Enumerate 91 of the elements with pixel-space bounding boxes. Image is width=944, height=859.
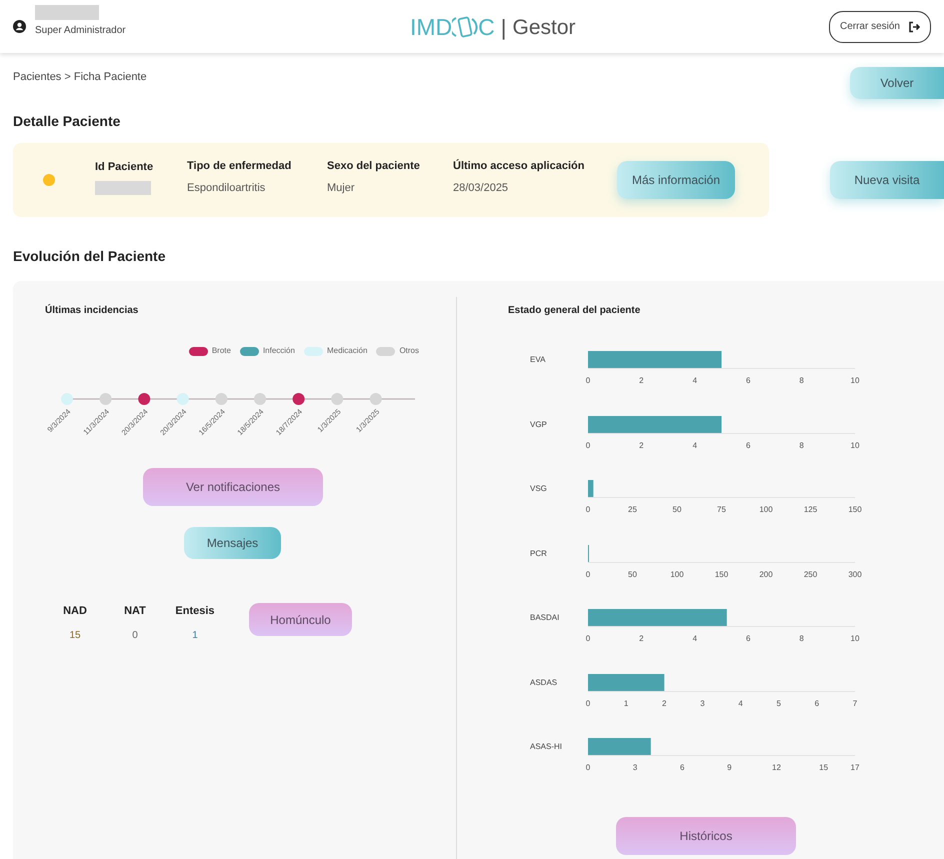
chart-category-label: EVA	[530, 355, 546, 364]
chart-bar	[588, 738, 651, 755]
tick-label: 300	[848, 570, 862, 578]
count-value: 1	[192, 628, 198, 642]
legend-label: Otros	[399, 345, 419, 357]
tick-label: 9	[727, 763, 732, 772]
legend-label: Infección	[262, 345, 295, 357]
logout-icon	[908, 20, 920, 32]
user-role: Super Administrador	[35, 24, 126, 38]
tick-label: 150	[714, 570, 728, 578]
logout-button[interactable]: Cerrar sesión	[828, 10, 931, 42]
field-label: Id Paciente	[95, 160, 154, 175]
tick-label: 3	[700, 698, 705, 708]
tick-label: 2	[639, 376, 644, 385]
logo: IMD C | Gestor	[410, 13, 576, 42]
back-button[interactable]: Volver	[850, 67, 944, 99]
tick-label: 100	[670, 570, 684, 578]
new-visit-button[interactable]: Nueva visita	[830, 161, 944, 199]
tick-label: 8	[799, 440, 804, 450]
tick-label: 2	[639, 634, 644, 643]
tick-label: 125	[804, 505, 818, 514]
tick-label: 12	[772, 763, 781, 772]
tick-label: 10	[850, 634, 860, 643]
chart-category-label: PCR	[530, 548, 547, 558]
field-label: Sexo del paciente	[327, 158, 421, 174]
tick-label: 25	[628, 505, 637, 514]
tick-label: 6	[746, 440, 750, 450]
tick-label: 4	[692, 634, 698, 643]
homunculus-button[interactable]: Homúnculo	[249, 603, 352, 636]
tick-label: 7	[852, 698, 858, 708]
tick-label: 150	[848, 505, 862, 514]
messages-button[interactable]: Mensajes	[184, 527, 281, 559]
tick-label: 10	[850, 376, 860, 385]
panel-title: Estado general del paciente	[508, 304, 642, 318]
history-button[interactable]: Históricos	[616, 816, 796, 854]
field-value: 28/03/2025	[453, 181, 510, 196]
chart-category-label: ASDAS	[530, 678, 558, 686]
field-value: Espondiloartritis	[187, 181, 266, 196]
tick-label: 6	[814, 698, 820, 708]
panel-title: Últimas incidencias	[45, 303, 140, 318]
count-label: NAD	[63, 604, 87, 619]
breadcrumb[interactable]: Pacientes > Ficha Paciente	[13, 69, 147, 99]
tick-label: 15	[819, 763, 828, 772]
section-title: Evolución del Paciente	[13, 247, 166, 266]
tick-label: 2	[662, 698, 666, 708]
count-label: NAT	[124, 604, 146, 619]
tick-label: 4	[738, 698, 743, 708]
count-label: Entesis	[175, 604, 215, 619]
tick-label: 3	[632, 763, 638, 772]
chart-bar	[588, 480, 594, 497]
tick-label: 50	[628, 570, 637, 578]
tick-label: 100	[759, 505, 773, 514]
tick-label: 250	[804, 570, 818, 578]
tick-label: 17	[850, 763, 860, 772]
notifications-button[interactable]: Ver notificaciones	[143, 468, 323, 506]
field-label: Último acceso aplicación	[453, 158, 586, 174]
tick-label: 0	[586, 376, 590, 385]
tick-label: 6	[680, 763, 684, 772]
field-value: Mujer	[327, 181, 356, 196]
tick-label: 6	[746, 634, 750, 643]
chart-category-label: VGP	[530, 420, 547, 428]
tick-label: 75	[717, 505, 726, 514]
tick-label: 50	[672, 505, 682, 514]
count-value: 15	[69, 628, 81, 642]
more-info-button[interactable]: Más información	[617, 161, 735, 199]
count-value: 0	[132, 628, 138, 642]
redacted-name	[35, 5, 99, 20]
tick-label: 6	[746, 376, 750, 385]
field-label: Tipo de enfermedad	[187, 158, 292, 174]
chart-category-label: VSG	[530, 484, 547, 493]
tick-label: 0	[586, 763, 590, 772]
tick-label: 8	[799, 376, 804, 385]
tick-label: 2	[639, 440, 644, 450]
section-title: Detalle Paciente	[13, 112, 122, 131]
legend-label: Brote	[212, 345, 231, 357]
chart-category-label: BASDAI	[530, 613, 560, 622]
tick-label: 8	[799, 634, 804, 643]
chart-category-label: ASAS-HI	[530, 742, 562, 751]
tick-label: 0	[586, 440, 590, 450]
tick-label: 200	[759, 570, 773, 578]
tick-label: 10	[850, 440, 860, 450]
tick-label: 4	[692, 440, 698, 450]
tick-label: 0	[586, 634, 590, 643]
tick-label: 0	[586, 570, 590, 578]
tick-label: 0	[586, 698, 590, 708]
tick-label: 1	[624, 698, 628, 708]
tick-label: 5	[776, 698, 781, 708]
tick-label: 0	[586, 505, 590, 514]
user-icon	[13, 20, 26, 33]
tick-label: 4	[692, 376, 698, 385]
legend-label: Medicación	[326, 345, 368, 357]
